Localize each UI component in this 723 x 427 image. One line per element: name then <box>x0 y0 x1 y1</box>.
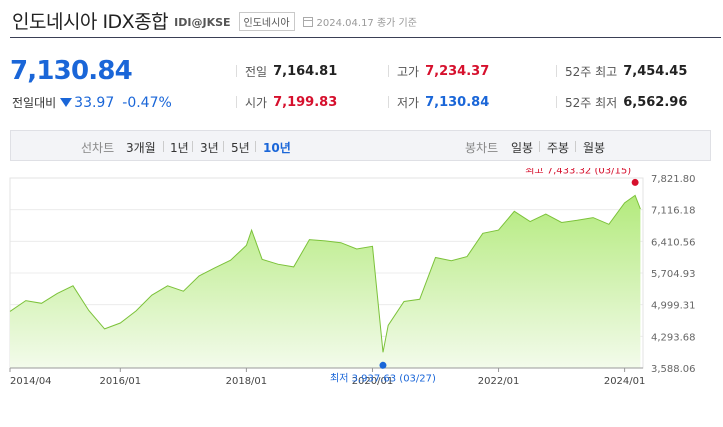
period-3m-button[interactable]: 3개월 <box>126 139 156 156</box>
calendar-icon <box>302 16 313 27</box>
y-tick-label: 5,704.93 <box>651 269 696 280</box>
monthly-candle-button[interactable]: 월봉 <box>583 139 605 156</box>
y-tick-label: 3,588.06 <box>651 364 696 375</box>
stat-value: 7,234.37 <box>425 64 490 79</box>
x-tick-label: 2022/01 <box>478 376 520 387</box>
low-marker <box>379 361 387 369</box>
stat-52w-low: 52주 최저 6,562.96 <box>565 94 687 111</box>
stat-52w-high: 52주 최고 7,454.45 <box>565 63 687 80</box>
index-area-chart: 7,821.80 7,116.18 6,410.56 5,704.93 4,999.31… <box>9 168 696 387</box>
index-title: 인도네시아 IDX종합 <box>12 10 169 33</box>
price-change: 전일대비 33.97 -0.47% <box>12 94 172 111</box>
toolbar-divider <box>539 141 540 152</box>
market-badge: 인도네시아 <box>238 12 295 31</box>
toolbar-divider <box>192 141 193 152</box>
stat-divider <box>388 96 389 108</box>
stat-divider <box>388 65 389 77</box>
stat-value: 7,130.84 <box>425 95 490 110</box>
y-tick-label: 7,821.80 <box>651 174 696 185</box>
weekly-candle-button[interactable]: 주봉 <box>547 139 569 156</box>
stat-label: 전일 <box>245 65 268 79</box>
ticker-symbol: IDI@JKSE <box>174 15 231 29</box>
y-tick-label: 7,116.18 <box>651 206 696 217</box>
y-tick-label: 4,999.31 <box>651 301 696 312</box>
y-tick-label: 6,410.56 <box>651 237 696 248</box>
y-axis-ticks: 7,821.80 7,116.18 6,410.56 5,704.93 4,999.31… <box>651 174 696 375</box>
price-area <box>10 195 641 368</box>
date-info-text: 2024.04.17 종가 기준 <box>316 18 417 29</box>
stat-divider <box>236 96 237 108</box>
stat-divider <box>556 65 557 77</box>
date-info: 2024.04.17 종가 기준 <box>302 14 417 29</box>
toolbar-divider <box>575 141 576 152</box>
stat-divider <box>556 96 557 108</box>
change-value: 33.97 <box>74 94 115 111</box>
stat-open: 시가 7,199.83 <box>245 94 337 111</box>
x-tick-label: 2016/01 <box>100 376 142 387</box>
x-tick-label: 2024/01 <box>604 376 646 387</box>
stat-value: 7,454.45 <box>623 64 688 79</box>
stat-prev-close: 전일 7,164.81 <box>245 63 337 80</box>
stat-high: 고가 7,234.37 <box>397 63 489 80</box>
stat-label: 고가 <box>397 65 420 79</box>
down-triangle-icon <box>60 98 73 107</box>
candle-chart-label: 봉차트 <box>465 141 499 155</box>
stat-label: 52주 최저 <box>565 96 618 110</box>
stat-value: 7,164.81 <box>273 64 338 79</box>
index-header: 인도네시아 IDX종합 IDI@JKSE 인도네시아 2024.04.17 종가… <box>12 6 417 34</box>
high-annotation: 최고 7,433.32 (03/15) <box>525 168 631 176</box>
stat-label: 시가 <box>245 96 268 110</box>
line-chart-label: 선차트 <box>81 141 115 155</box>
toolbar-divider <box>163 141 164 152</box>
stat-value: 7,199.83 <box>273 95 338 110</box>
period-5y-button[interactable]: 5년 <box>231 139 250 156</box>
x-axis-ticks: 2014/04 2016/01 2018/01 2020/01 2022/01 2024/… <box>9 367 646 387</box>
low-annotation: 최저 3,937.63 (03/27) <box>330 372 436 384</box>
stat-low: 저가 7,130.84 <box>397 94 489 111</box>
stat-label: 52주 최고 <box>565 65 618 79</box>
x-tick-label: 2014/04 <box>10 376 52 387</box>
period-1y-button[interactable]: 1년 <box>170 139 189 156</box>
stat-divider <box>236 65 237 77</box>
change-percent: -0.47% <box>122 94 172 111</box>
period-10y-button[interactable]: 10년 <box>263 139 291 156</box>
chart-toolbar: 선차트 3개월 1년 3년 5년 10년 봉차트 일봉 주봉 월봉 <box>10 130 711 161</box>
y-tick-label: 4,293.68 <box>651 332 696 343</box>
toolbar-divider <box>223 141 224 152</box>
header-divider <box>10 37 721 38</box>
high-marker <box>631 178 639 186</box>
change-label: 전일대비 <box>12 96 57 110</box>
toolbar-divider <box>255 141 256 152</box>
period-3y-button[interactable]: 3년 <box>200 139 219 156</box>
stat-label: 저가 <box>397 96 420 110</box>
x-tick-label: 2018/01 <box>226 376 268 387</box>
stat-value: 6,562.96 <box>623 95 688 110</box>
current-price: 7,130.84 <box>10 56 133 86</box>
daily-candle-button[interactable]: 일봉 <box>511 139 533 156</box>
